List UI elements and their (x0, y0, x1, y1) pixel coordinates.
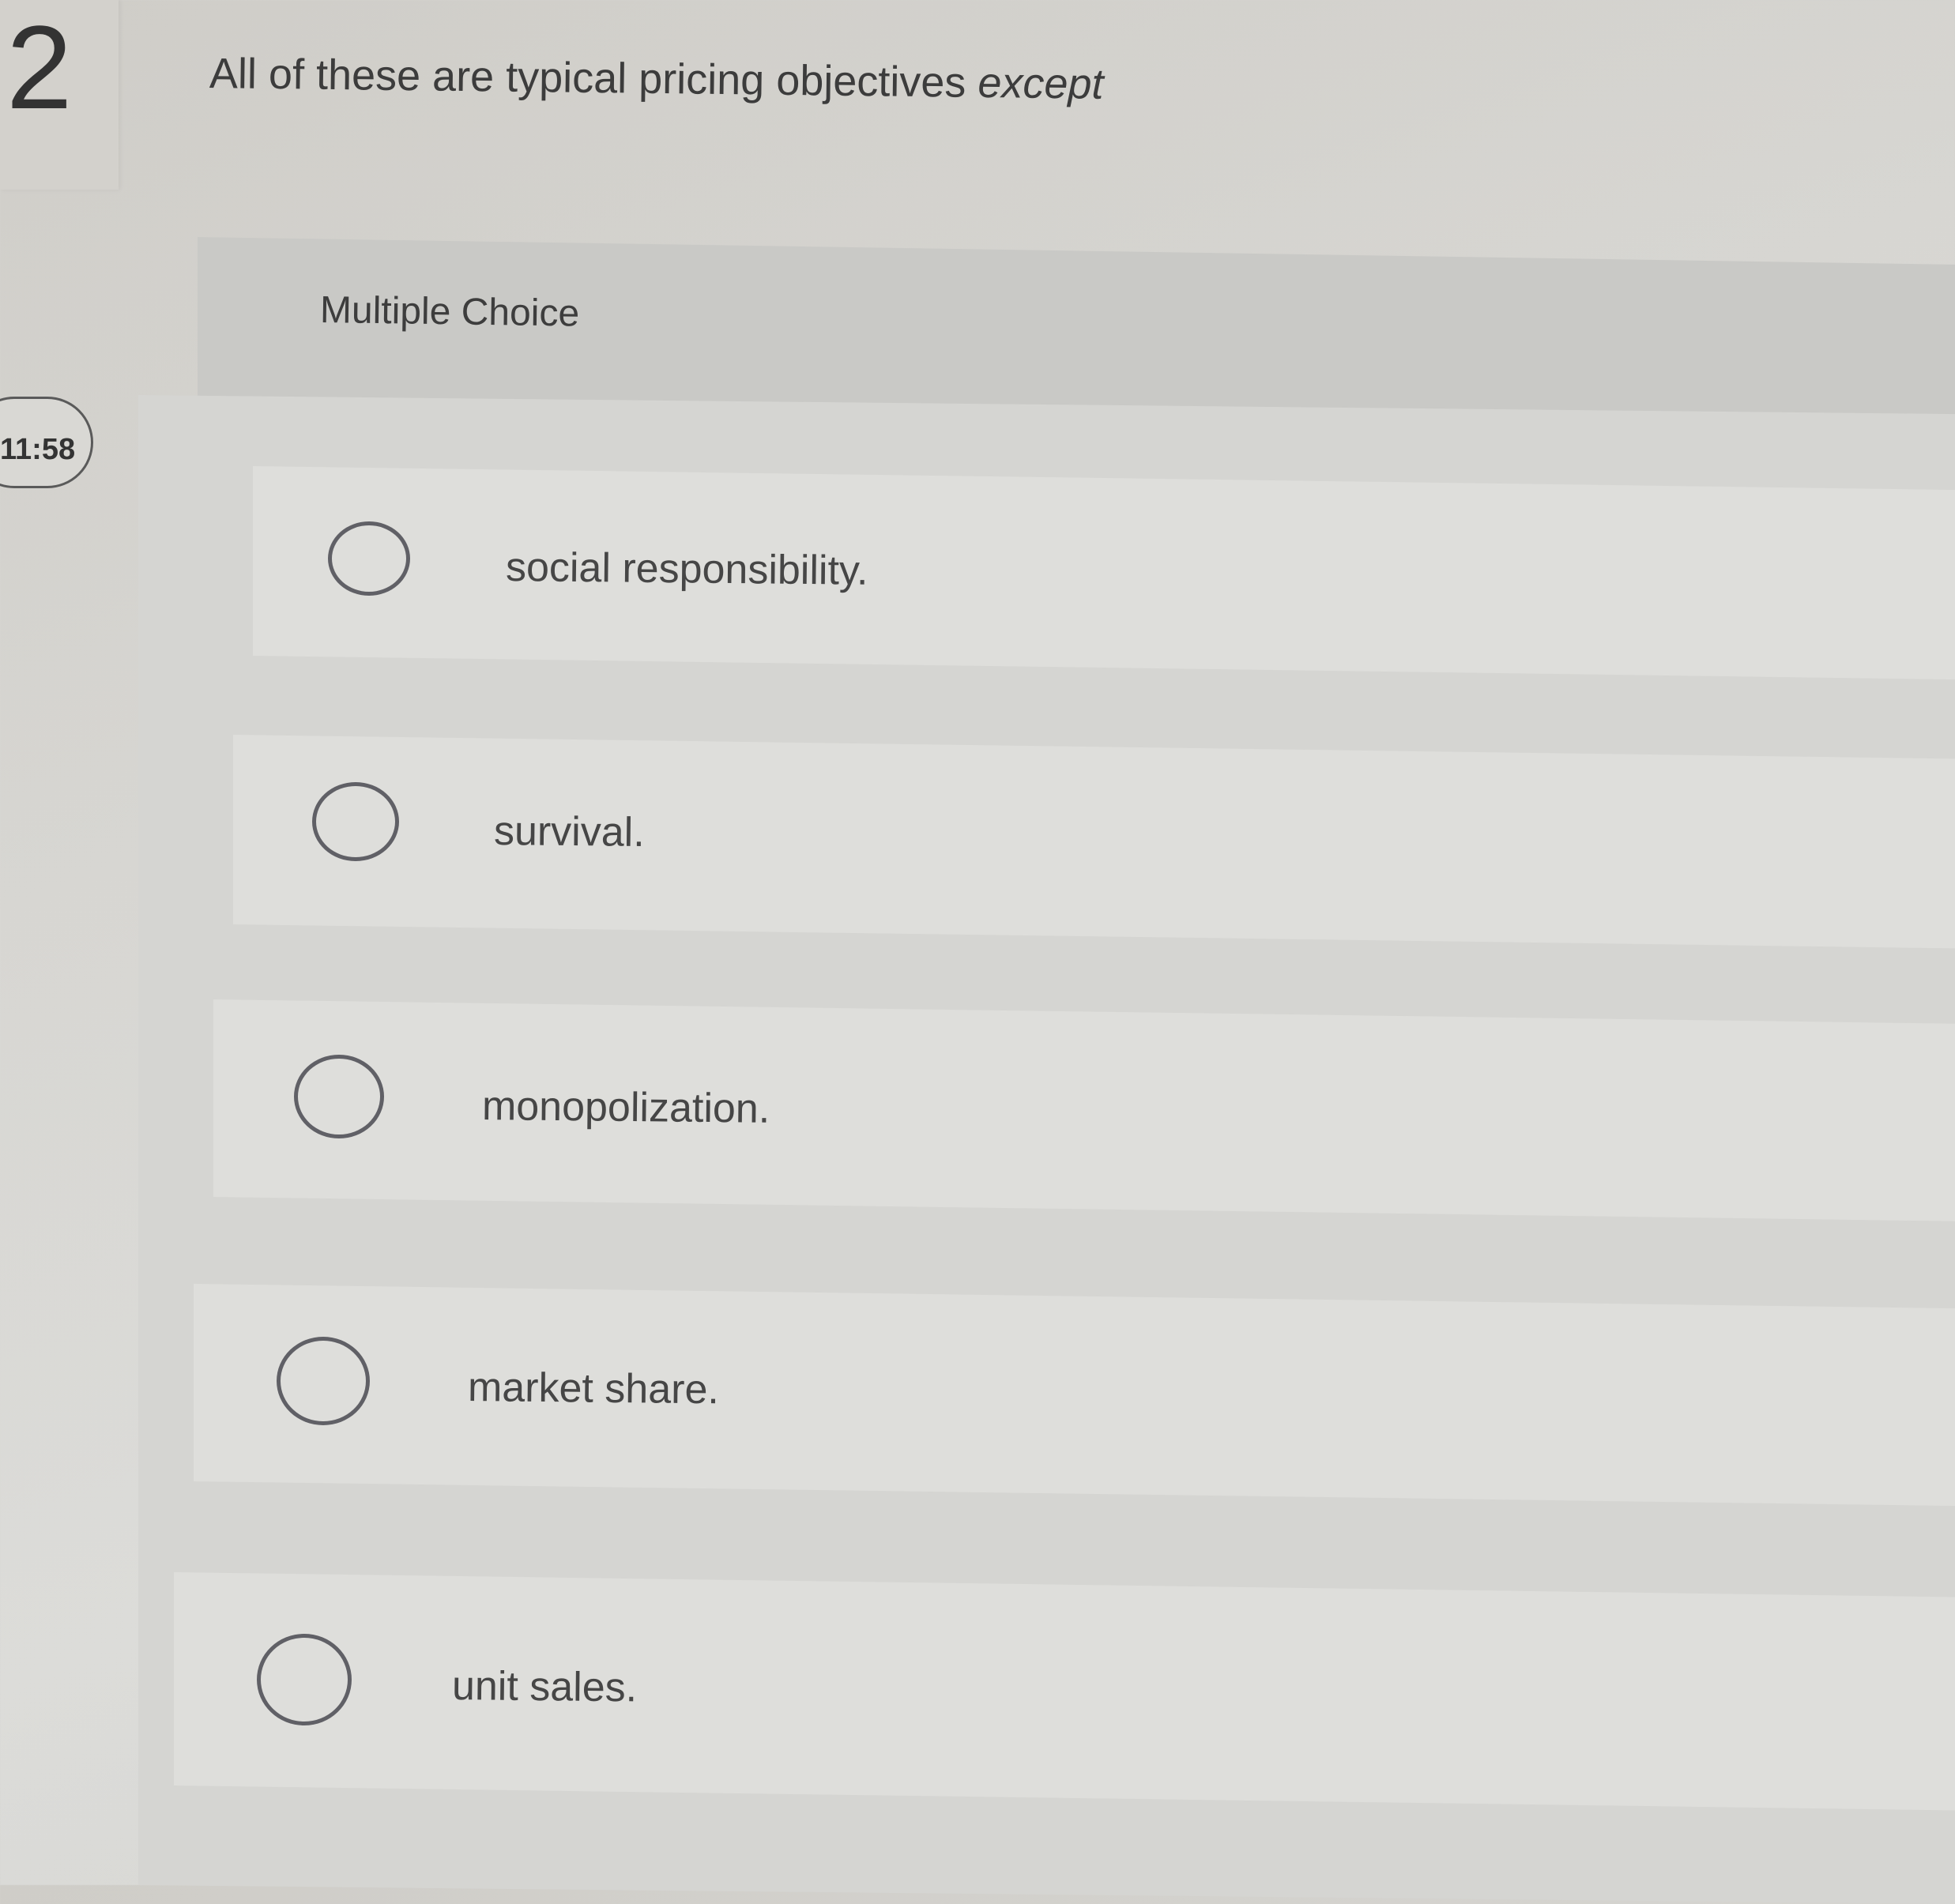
choice-label-3[interactable]: monopolization. (482, 1082, 770, 1133)
radio-button-2[interactable] (312, 782, 399, 861)
choice-row-4[interactable] (194, 1284, 1955, 1507)
question-prompt-emphasis: except (978, 58, 1104, 108)
radio-button-4[interactable] (277, 1337, 370, 1425)
radio-button-1[interactable] (328, 521, 410, 596)
question-prompt-text: All of these are typical pricing objecti… (209, 50, 978, 107)
radio-button-5[interactable] (257, 1634, 352, 1725)
choice-row-2[interactable] (233, 735, 1955, 949)
choice-label-1[interactable]: social responsibility. (506, 544, 868, 595)
choice-label-4[interactable]: market share. (468, 1364, 720, 1413)
question-type-label: Multiple Choice (319, 289, 580, 335)
question-number: 2 (6, 1, 73, 134)
choice-row-3[interactable] (213, 999, 1955, 1221)
timer-value: 11:58 (0, 433, 76, 466)
choice-row-5[interactable] (174, 1572, 1955, 1811)
question-prompt: All of these are typical pricing objecti… (209, 49, 1104, 109)
choice-label-5[interactable]: unit sales. (452, 1662, 638, 1711)
choice-label-2[interactable]: survival. (494, 807, 645, 856)
radio-button-3[interactable] (294, 1055, 384, 1138)
